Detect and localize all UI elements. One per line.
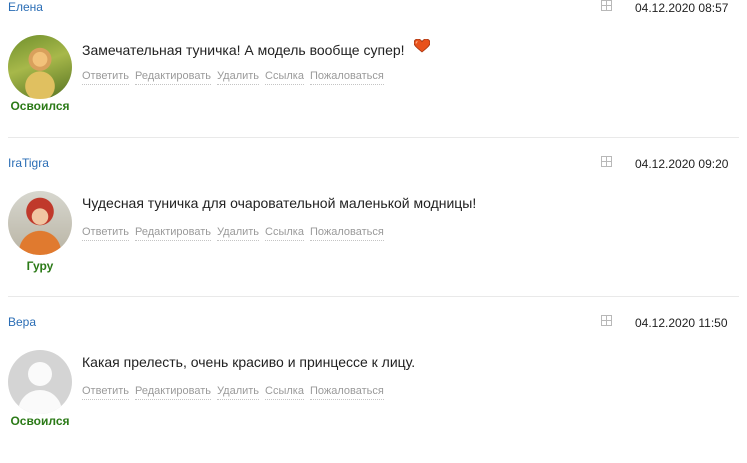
comment-actions: Ответить Редактировать Удалить Ссылка Пожало… [82, 225, 390, 241]
avatar-head-shape [28, 362, 52, 386]
comment-text: Чудесная туничка для очаровательной мале… [82, 195, 477, 211]
edit-link[interactable]: Редактировать [135, 225, 212, 241]
comment-actions: Ответить Редактировать Удалить Ссылка Пожало… [82, 384, 390, 400]
comment-actions: Ответить Редактировать Удалить Ссылка Пожало… [82, 69, 390, 85]
permalink-link[interactable]: Ссылка [265, 69, 304, 85]
author-link[interactable]: IraTigra [8, 156, 49, 170]
divider [8, 137, 739, 138]
comment-date: 04.12.2020 11:50 [635, 316, 728, 330]
report-link[interactable]: Пожаловаться [309, 69, 384, 85]
author-link[interactable]: Елена [8, 0, 43, 14]
expand-icon[interactable] [601, 0, 612, 11]
edit-link[interactable]: Редактировать [135, 69, 212, 85]
delete-link[interactable]: Удалить [217, 384, 260, 400]
avatar[interactable] [8, 35, 72, 99]
permalink-link[interactable]: Ссылка [265, 225, 304, 241]
comment-date: 04.12.2020 08:57 [635, 1, 729, 15]
permalink-link[interactable]: Ссылка [265, 384, 304, 400]
avatar[interactable] [8, 191, 72, 255]
delete-link[interactable]: Удалить [217, 69, 260, 85]
heart-icon [414, 38, 431, 56]
avatar-body-shape [18, 390, 62, 414]
comment-date: 04.12.2020 09:20 [635, 157, 729, 171]
user-rank: Освоился [10, 99, 70, 113]
reply-link[interactable]: Ответить [82, 69, 130, 85]
report-link[interactable]: Пожаловаться [309, 384, 384, 400]
user-rank: Освоился [10, 414, 70, 428]
comment-text: Замечательная туничка! А модель вообще с… [82, 42, 405, 58]
report-link[interactable]: Пожаловаться [309, 225, 384, 241]
edit-link[interactable]: Редактировать [135, 384, 212, 400]
reply-link[interactable]: Ответить [82, 384, 130, 400]
user-rank: Гуру [26, 259, 54, 273]
expand-icon[interactable] [601, 315, 612, 326]
default-avatar-icon[interactable] [8, 350, 72, 414]
divider [8, 296, 739, 297]
delete-link[interactable]: Удалить [217, 225, 260, 241]
comment-text-row: Замечательная туничка! А модель вообще с… [82, 38, 431, 58]
expand-icon[interactable] [601, 156, 612, 167]
author-link[interactable]: Вера [8, 315, 36, 329]
reply-link[interactable]: Ответить [82, 225, 130, 241]
comment-text: Какая прелесть, очень красиво и принцесс… [82, 354, 416, 370]
